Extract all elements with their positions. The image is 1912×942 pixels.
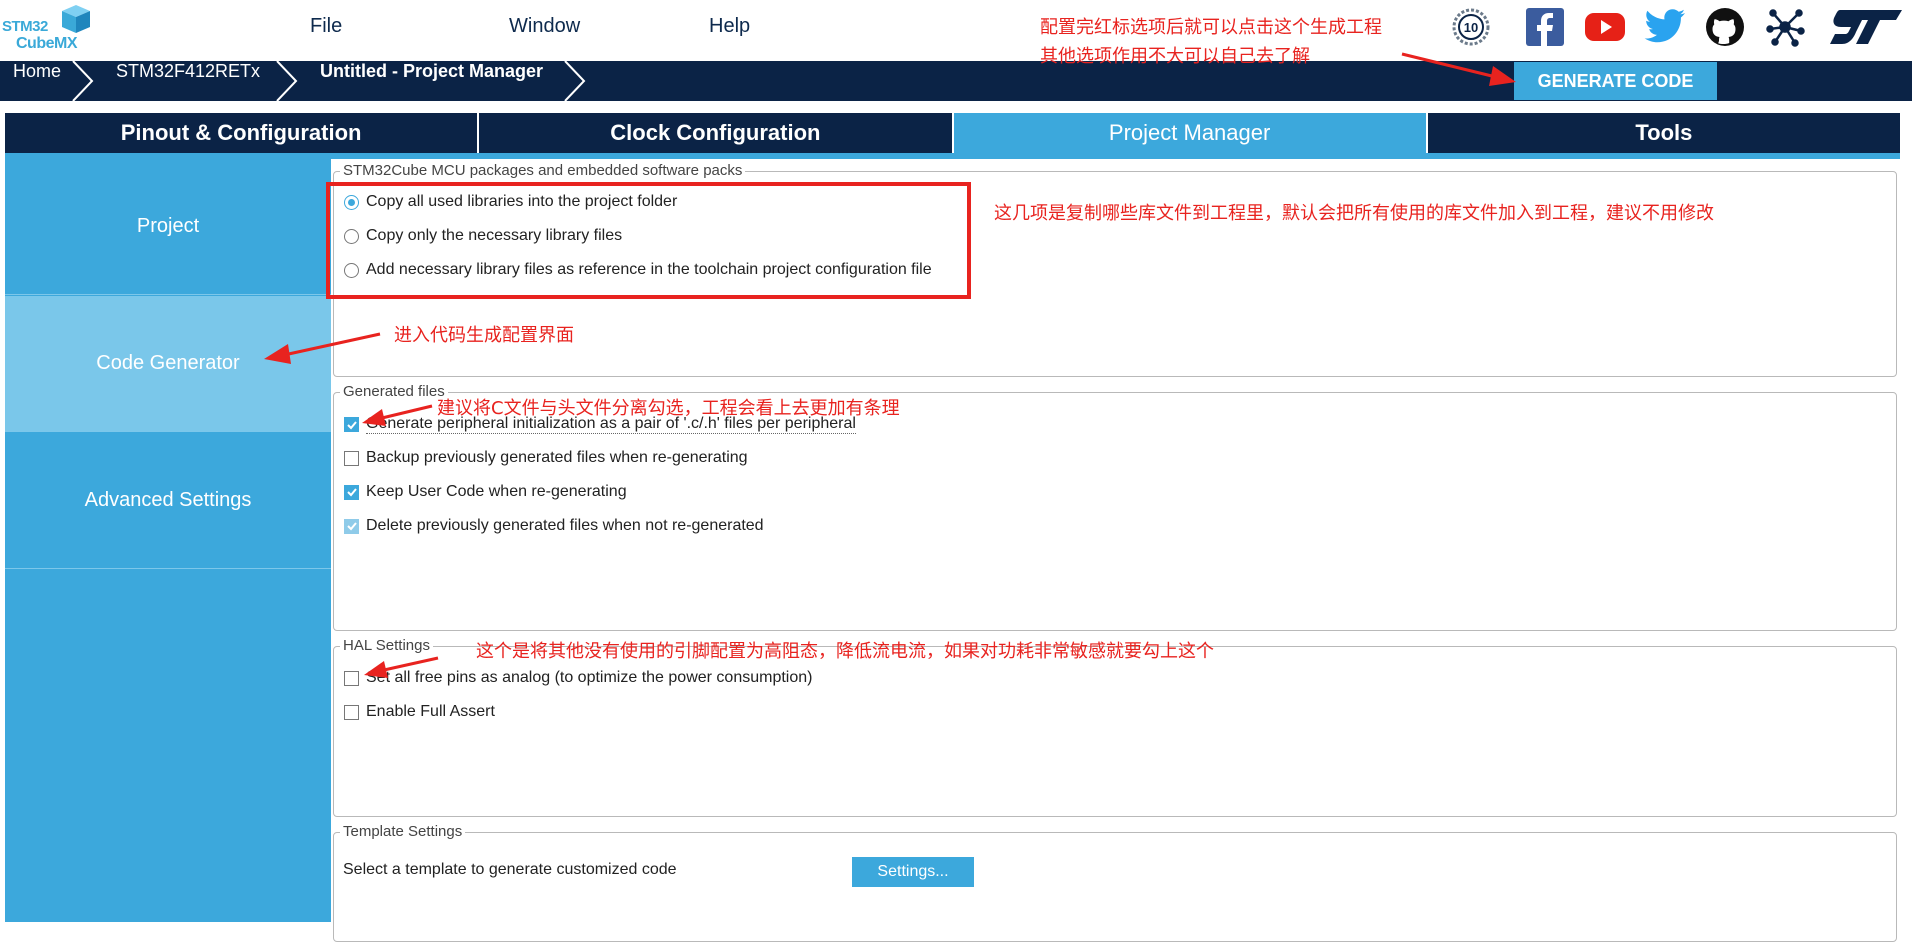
generated-files-legend: Generated files — [340, 383, 448, 400]
hal-settings-legend: HAL Settings — [340, 637, 433, 654]
top-bar: STM32 CubeMX File Window Help 10 — [0, 0, 1912, 61]
network-icon[interactable] — [1764, 6, 1806, 48]
checkbox-checked-icon — [344, 417, 359, 432]
hal-settings-group: HAL Settings Set all free pins as analog… — [333, 637, 1897, 817]
sidebar: Project Code Generator Advanced Settings — [5, 159, 331, 922]
st-logo-icon[interactable] — [1826, 6, 1906, 48]
checkbox-unchecked-icon — [344, 704, 359, 720]
tab-project-manager[interactable]: Project Manager — [953, 113, 1428, 153]
annotation-highlight-box — [326, 182, 971, 299]
checkbox-label: Keep User Code when re-generating — [366, 483, 627, 500]
anniversary-10-icon[interactable]: 10 — [1450, 6, 1492, 48]
checkbox-label: Set all free pins as analog (to optimize… — [366, 669, 813, 686]
main-tabs: Pinout & Configuration Clock Configurati… — [5, 113, 1900, 153]
template-settings-button[interactable]: Settings... — [852, 857, 974, 887]
packages-legend: STM32Cube MCU packages and embedded soft… — [340, 162, 746, 179]
breadcrumb-current: Untitled - Project Manager — [320, 61, 544, 81]
checkbox-unchecked-icon — [344, 670, 359, 686]
generate-code-button[interactable]: GENERATE CODE — [1514, 62, 1717, 100]
generated-files-group: Generated files Generate peripheral init… — [333, 383, 1897, 631]
chevron-right-icon — [72, 61, 94, 101]
chevron-right-icon — [276, 61, 298, 101]
annotation-libraries: 这几项是复制哪些库文件到工程里，默认会把所有使用的库文件加入到工程，建议不用修改 — [994, 203, 1714, 224]
menu-file[interactable]: File — [310, 15, 342, 38]
logo-text-cubemx: CubeMX — [16, 35, 78, 52]
facebook-icon[interactable] — [1524, 6, 1566, 48]
tab-clock-configuration[interactable]: Clock Configuration — [479, 113, 954, 153]
checkbox-free-pins-analog[interactable]: Set all free pins as analog (to optimize… — [344, 669, 812, 687]
checkbox-checked-icon — [344, 484, 359, 500]
template-settings-legend: Template Settings — [340, 823, 466, 840]
checkbox-checked-disabled-icon — [344, 518, 359, 534]
annotation-free-pins: 这个是将其他没有使用的引脚配置为高阻态，降低流电流，如果对功耗非常敏感就要勾上这… — [476, 641, 1214, 662]
checkbox-label: Backup previously generated files when r… — [366, 449, 748, 466]
youtube-icon[interactable] — [1584, 6, 1626, 48]
breadcrumb-home[interactable]: Home — [13, 61, 61, 101]
checkbox-delete-previous-files[interactable]: Delete previously generated files when n… — [344, 517, 764, 535]
annotation-generate-line2: 其他选项作用不大可以自己去了解 — [1040, 46, 1310, 67]
chevron-right-icon — [564, 61, 586, 101]
menu-help[interactable]: Help — [709, 15, 750, 38]
github-icon[interactable] — [1704, 6, 1746, 48]
tab-tools[interactable]: Tools — [1427, 113, 1900, 153]
annotation-generate-line1: 配置完红标选项后就可以点击这个生成工程 — [1040, 17, 1382, 38]
cube-icon — [62, 5, 90, 33]
svg-text:10: 10 — [1464, 20, 1478, 35]
checkbox-backup-files[interactable]: Backup previously generated files when r… — [344, 449, 748, 467]
template-description: Select a template to generate customized… — [343, 861, 677, 878]
logo-text-stm32: STM32 — [2, 18, 48, 35]
breadcrumb-mcu[interactable]: STM32F412RETx — [116, 61, 260, 101]
sidebar-item-code-generator[interactable]: Code Generator — [5, 296, 331, 432]
checkbox-full-assert[interactable]: Enable Full Assert — [344, 703, 495, 721]
sidebar-item-advanced-settings[interactable]: Advanced Settings — [5, 433, 331, 569]
checkbox-unchecked-icon — [344, 450, 359, 466]
template-settings-group: Template Settings Select a template to g… — [333, 823, 1897, 942]
menu-window[interactable]: Window — [509, 15, 580, 38]
checkbox-keep-user-code[interactable]: Keep User Code when re-generating — [344, 483, 627, 501]
sidebar-item-project[interactable]: Project — [5, 159, 331, 295]
tab-pinout-configuration[interactable]: Pinout & Configuration — [5, 113, 480, 153]
twitter-icon[interactable] — [1644, 6, 1686, 48]
annotation-code-generator: 进入代码生成配置界面 — [394, 325, 574, 346]
checkbox-label: Enable Full Assert — [366, 703, 495, 720]
annotation-separate-files: 建议将C文件与头文件分离勾选，工程会看上去更加有条理 — [437, 398, 900, 419]
checkbox-label: Delete previously generated files when n… — [366, 517, 764, 534]
stm32cubemx-logo: STM32 CubeMX — [2, 2, 92, 56]
